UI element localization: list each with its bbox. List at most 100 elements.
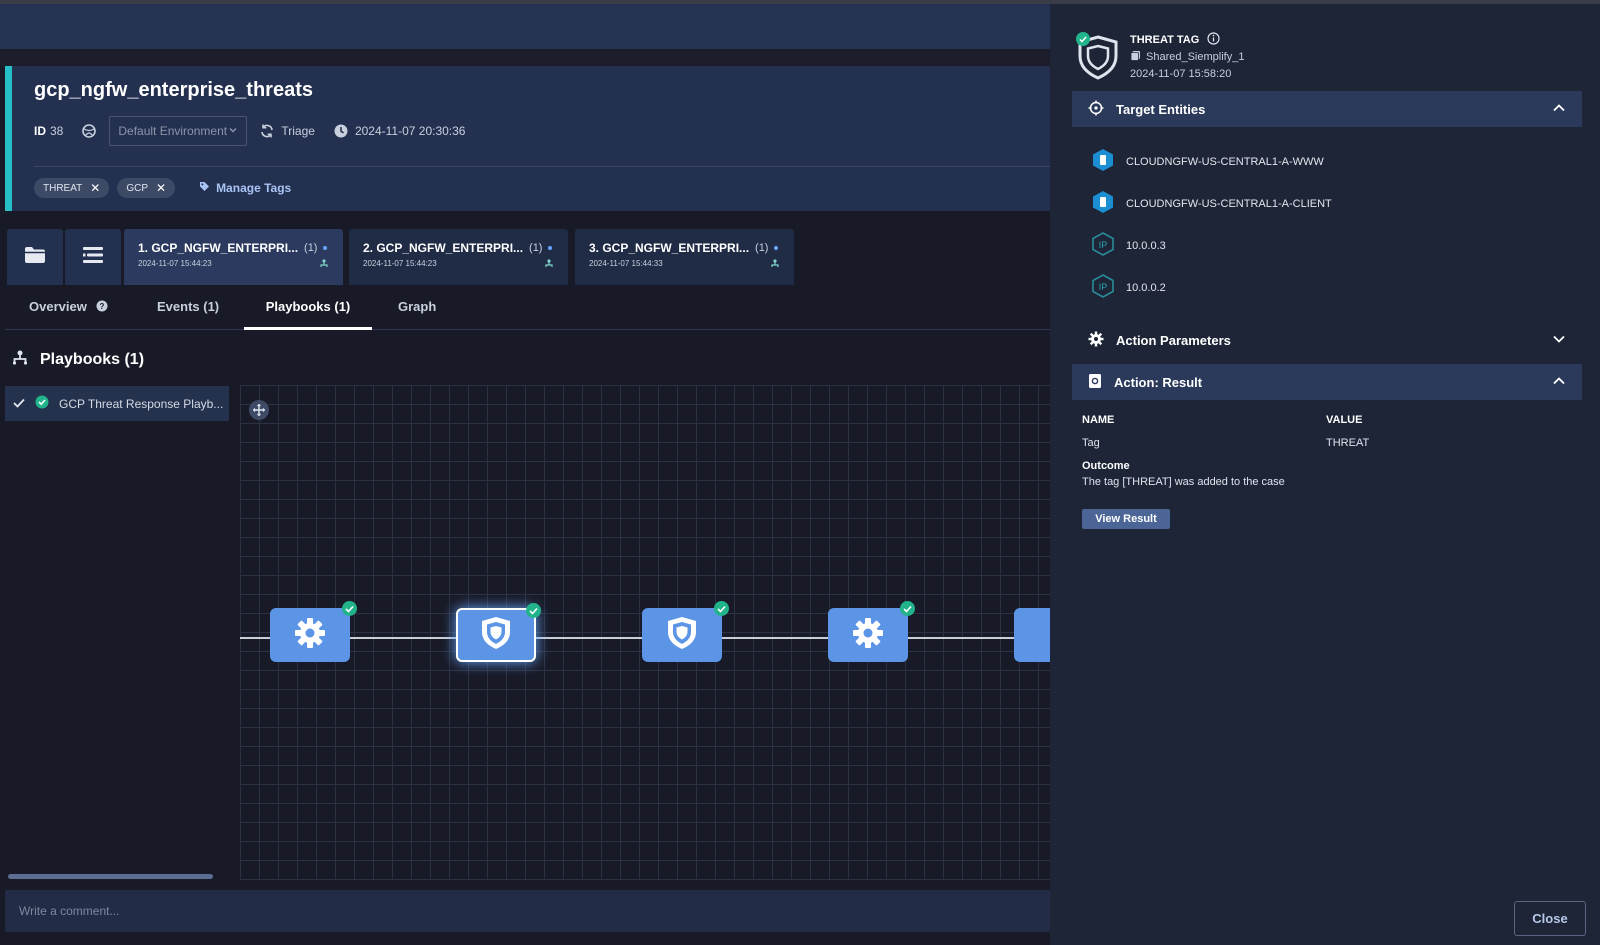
canvas-scrollbar[interactable] [8,874,213,879]
folder-icon [24,246,46,269]
entity-row[interactable]: CLOUDNGFW-US-CENTRAL1-A-WWW [1092,148,1324,175]
case-folder-tab[interactable] [7,229,63,285]
tab-overview[interactable]: Overview ? [29,290,108,330]
hostname-entity-icon [1092,190,1114,217]
unread-dot [774,246,779,250]
shield-icon [479,615,513,656]
panel-title-text: THREAT TAG [1130,34,1200,46]
alert-tab-count: (1) [529,242,543,254]
alert-tab-date: 2024-11-07 15:44:23 [138,259,212,268]
parameter-name: Tag [1082,437,1100,449]
alert-tab-count: (1) [755,242,769,254]
tab-events[interactable]: Events (1) [157,290,219,330]
playbook-step-shield[interactable] [642,601,729,662]
tab-playbooks[interactable]: Playbooks (1) [244,290,372,330]
playbook-list-item[interactable]: GCP Threat Response Playb... [5,386,229,421]
entity-name: 10.0.0.2 [1126,281,1166,294]
shield-icon [665,615,699,656]
playbooks-heading: Playbooks (1) [12,350,144,370]
remove-tag-icon[interactable]: ✕ [90,181,100,195]
playbook-step-next[interactable] [1014,608,1050,662]
alert-tab-date: 2024-11-07 15:44:23 [363,259,437,268]
action-parameters-header[interactable]: Action Parameters [1072,322,1582,358]
case-datetime: 2024-11-07 20:30:36 [354,124,466,138]
alert-tab-count: (1) [304,242,318,254]
tag-chip-threat: THREAT ✕ [34,178,110,198]
case-header: gcp_ngfw_enterprise_threats ID 38 Defaul… [5,66,1050,211]
outcome-label: Outcome [1082,460,1130,472]
entity-row[interactable]: CLOUDNGFW-US-CENTRAL1-A-CLIENT [1092,190,1332,217]
ip-entity-icon: IP [1092,232,1114,259]
case-id-label: ID [34,124,46,138]
entity-row[interactable]: IP 10.0.0.3 [1092,232,1166,259]
alert-tab-3[interactable]: 3. GCP_NGFW_ENTERPRI... (1) 2024-11-07 15… [575,229,794,285]
gear-icon [293,616,327,655]
playbook-canvas[interactable] [240,385,1050,880]
header-gap [0,49,1050,66]
manage-tags-button[interactable]: Manage Tags [199,181,291,195]
hostname-entity-icon [1092,148,1114,175]
gear-icon [851,616,885,655]
result-document-icon [1088,373,1102,392]
playbooks-heading-label: Playbooks (1) [40,351,145,368]
tag-label: GCP [126,182,148,194]
gear-icon [1088,331,1104,350]
top-bar [0,4,1050,49]
tab-graph[interactable]: Graph [398,290,436,330]
alert-tab-1[interactable]: 1. GCP_NGFW_ENTERPRI... (1) 2024-11-07 15… [124,229,343,285]
chevron-up-icon [1552,101,1566,118]
alert-tab-date: 2024-11-07 15:44:33 [589,259,663,268]
svg-text:IP: IP [1099,282,1108,292]
checkmark-icon [13,397,25,411]
environment-select[interactable]: Default Environment [109,116,248,146]
playbook-step-action-1[interactable] [270,601,357,662]
clock-icon [333,123,349,139]
view-result-button[interactable]: View Result [1082,509,1170,529]
entity-name: 10.0.0.3 [1126,239,1166,252]
info-icon[interactable] [1207,32,1220,48]
step-success-icon [714,601,729,616]
unread-dot [548,246,553,250]
target-entities-label: Target Entities [1116,101,1206,117]
entity-name: CLOUDNGFW-US-CENTRAL1-A-CLIENT [1126,197,1332,210]
case-stage: Triage [281,124,315,138]
tag-chip-gcp: GCP ✕ [117,178,176,198]
step-success-icon [342,601,357,616]
manage-tags-label: Manage Tags [216,181,292,195]
crosshair-icon [1088,100,1104,119]
success-status-icon [35,395,49,412]
step-success-icon [526,603,541,618]
remove-tag-icon[interactable]: ✕ [156,181,166,195]
ip-entity-icon: IP [1092,274,1114,301]
unread-dot [323,246,328,250]
case-meta-row: ID 38 Default Environment Triage 2024-11… [34,116,465,146]
case-list-tab[interactable] [65,229,121,285]
integration-icon [1130,50,1141,64]
list-icon [82,246,104,269]
canvas-move-icon[interactable] [249,400,269,420]
close-button[interactable]: Close [1514,901,1586,936]
tab-overview-label: Overview [29,299,87,314]
alert-tab-title: 2. GCP_NGFW_ENTERPRI... [363,241,524,255]
tags-row: THREAT ✕ GCP ✕ Manage Tags [34,178,291,198]
action-detail-panel: THREAT TAG Shared_Siemplify_1 2024-11-07… [1050,4,1600,945]
playbook-step-action-2[interactable] [828,601,915,662]
action-result-header[interactable]: Action: Result [1072,364,1582,400]
tag-icon [199,181,210,195]
svg-text:IP: IP [1099,240,1108,250]
alert-tab-title: 3. GCP_NGFW_ENTERPRI... [589,241,750,255]
target-entities-header[interactable]: Target Entities [1072,91,1582,127]
entity-row[interactable]: IP 10.0.0.2 [1092,274,1166,301]
alert-tab-title: 1. GCP_NGFW_ENTERPRI... [138,241,299,255]
parameter-value: THREAT [1326,437,1370,449]
hierarchy-icon [544,259,554,270]
playbook-step-threat-tag[interactable] [456,603,541,662]
svg-text:?: ? [100,302,105,311]
alert-tab-2[interactable]: 2. GCP_NGFW_ENTERPRI... (1) 2024-11-07 15… [349,229,568,285]
action-result-label: Action: Result [1114,374,1203,390]
integration-name: Shared_Siemplify_1 [1146,51,1245,63]
hierarchy-icon [770,259,780,270]
comment-input[interactable]: Write a comment... [5,890,1050,932]
chevron-down-icon [228,124,238,138]
environment-icon [81,123,97,139]
